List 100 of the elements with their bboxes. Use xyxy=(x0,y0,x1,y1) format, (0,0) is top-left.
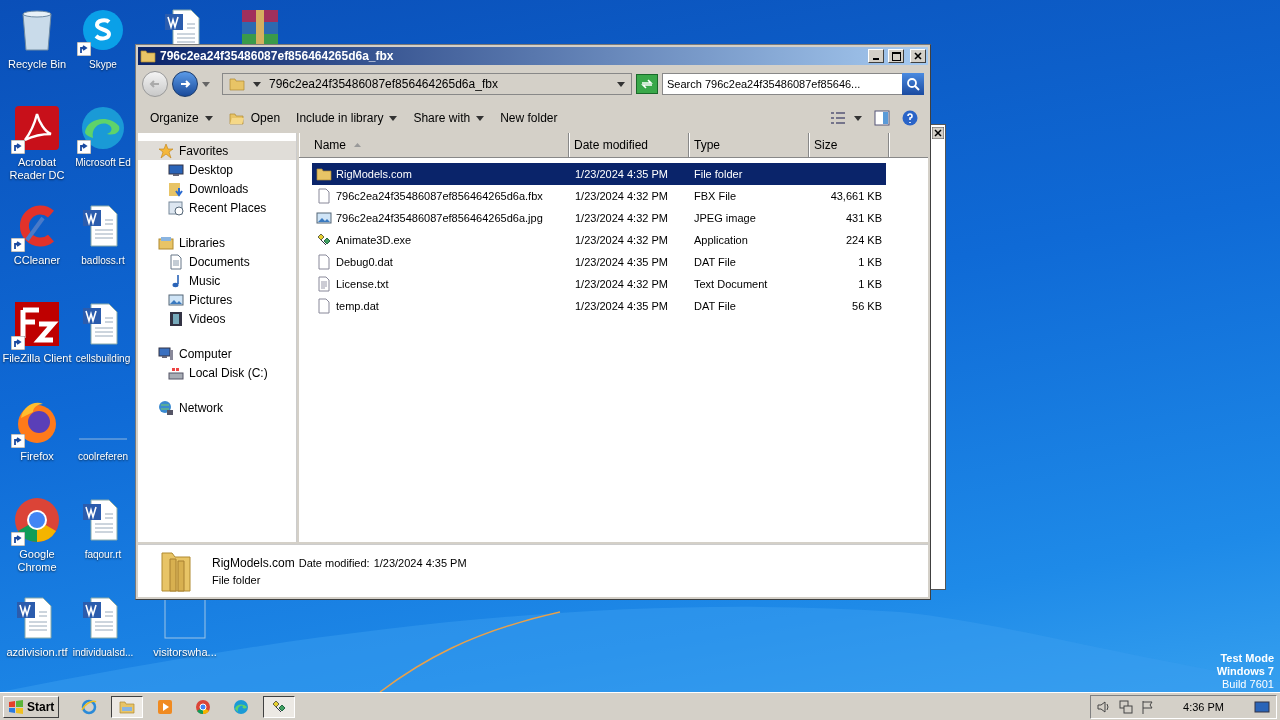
caret-icon xyxy=(202,81,210,87)
desktop-icon-label[interactable]: coolreferen xyxy=(78,450,128,463)
date-modified-value: 1/23/2024 4:35 PM xyxy=(373,557,467,569)
nav-item[interactable]: Music xyxy=(138,271,296,290)
date-cell: 1/23/2024 4:32 PM xyxy=(575,278,668,290)
os-notice-text: Build 7601 xyxy=(1222,678,1274,691)
file-icon xyxy=(316,188,332,204)
nav-item[interactable]: Desktop xyxy=(138,160,296,179)
nav-item[interactable]: Network xyxy=(138,398,296,417)
nav-item[interactable]: Documents xyxy=(138,252,296,271)
search-button[interactable] xyxy=(902,73,924,95)
file-row[interactable]: Debug0.dat 1/23/2024 4:35 PM DAT File 1 KB xyxy=(312,251,886,273)
minimize-button[interactable] xyxy=(868,49,884,63)
date-cell: 1/23/2024 4:35 PM xyxy=(575,300,668,312)
toolbar-button[interactable]: Open xyxy=(222,107,287,129)
folder-icon xyxy=(140,48,156,64)
toolbar-button[interactable]: Share with xyxy=(407,108,491,128)
nav-item[interactable]: Libraries xyxy=(138,233,296,252)
film-icon xyxy=(168,310,184,327)
nav-item[interactable]: Recent Places xyxy=(138,198,296,217)
caret-icon xyxy=(204,115,213,121)
folder-icon xyxy=(228,110,245,126)
desktop-icon-label[interactable]: faqour.rt xyxy=(84,548,122,561)
start-button[interactable]: Start xyxy=(3,695,60,718)
browser-icon xyxy=(81,698,98,715)
date-modified-label: Date modified: xyxy=(298,557,370,569)
desktop-icon-label[interactable]: Firefox xyxy=(20,450,54,463)
nav-item[interactable]: Computer xyxy=(138,344,296,363)
pdf-reader-icon xyxy=(13,104,61,152)
star-icon xyxy=(158,142,174,159)
date-cell: 1/23/2024 4:32 PM xyxy=(575,212,668,224)
desktop-icon-label[interactable]: visitorswha... xyxy=(153,646,217,659)
column-header[interactable]: Name xyxy=(299,133,569,157)
close-icon xyxy=(914,52,922,60)
monitor-icon xyxy=(168,161,184,178)
file-row[interactable]: 796c2ea24f35486087ef856464265d6a.fbx 1/23/2024 4:32 PM FBX File 43,661 KB xyxy=(312,185,886,207)
toolbar-button[interactable]: New folder xyxy=(494,108,564,128)
close-icon[interactable] xyxy=(932,127,944,139)
maximize-button[interactable] xyxy=(888,49,904,63)
close-button[interactable] xyxy=(910,49,926,63)
shortcut-arrow-icon xyxy=(11,238,25,252)
desktop-icon-label[interactable]: CCleaner xyxy=(13,254,61,267)
pictures-icon xyxy=(168,291,184,308)
desktop-icon-label[interactable]: cellsbuilding xyxy=(75,352,131,365)
clock[interactable]: 4:36 PM xyxy=(1183,700,1224,713)
folder-icon xyxy=(316,166,332,182)
nav-item[interactable]: Favorites xyxy=(138,141,296,160)
desktop-icon-label[interactable]: badloss.rt xyxy=(81,254,125,267)
nav-item[interactable]: Downloads xyxy=(138,179,296,198)
desktop-icon-label[interactable]: Microsoft Ed xyxy=(75,156,131,169)
file-row[interactable]: 796c2ea24f35486087ef856464265d6a.jpg 1/23/2024 4:32 PM JPEG image 431 KB xyxy=(312,207,886,229)
toolbar-button[interactable]: Organize xyxy=(144,108,219,128)
forward-arrow-icon xyxy=(179,78,191,90)
desktop-icon-label[interactable]: Skype xyxy=(89,58,117,71)
desktop-icon-label[interactable]: FileZilla Client xyxy=(2,352,72,365)
nav-item[interactable]: Local Disk (C:) xyxy=(138,363,296,382)
folder-download-icon xyxy=(168,180,184,197)
nav-item[interactable]: Pictures xyxy=(138,290,296,309)
nav-item[interactable]: Videos xyxy=(138,309,296,328)
desktop-icon-label[interactable]: azdivision.rtf xyxy=(6,646,68,659)
column-header[interactable]: Date modified xyxy=(569,133,689,157)
size-cell: 224 KB xyxy=(845,234,882,246)
caret-icon xyxy=(253,81,261,87)
taskbar-app-button[interactable] xyxy=(111,695,144,718)
column-header[interactable]: Size xyxy=(809,133,889,157)
column-header[interactable]: Type xyxy=(689,133,809,157)
help-icon xyxy=(902,110,918,126)
file-row[interactable]: License.txt 1/23/2024 4:32 PM Text Document 1 KB xyxy=(312,273,886,295)
file-row[interactable]: Animate3D.exe 1/23/2024 4:32 PM Application 224 KB xyxy=(312,229,886,251)
network-icon[interactable] xyxy=(1119,699,1134,714)
forward-button[interactable] xyxy=(172,71,198,97)
file-icon xyxy=(316,298,332,314)
desktop-icon-label[interactable]: Google Chrome xyxy=(0,548,74,574)
speaker-icon[interactable] xyxy=(1097,699,1112,714)
file-row[interactable]: temp.dat 1/23/2024 4:35 PM DAT File 56 KB xyxy=(312,295,886,317)
refresh-button[interactable] xyxy=(636,74,658,94)
text-file-icon xyxy=(316,276,332,292)
desktop-icon-label[interactable]: individualsd... xyxy=(72,646,134,659)
file-row[interactable]: RigModels.com 1/23/2024 4:35 PM File folder xyxy=(312,163,886,185)
image-file-icon xyxy=(316,210,332,226)
file-name: License.txt xyxy=(336,278,389,290)
library-icon xyxy=(158,234,174,251)
taskbar-app-button[interactable] xyxy=(263,695,296,718)
date-cell: 1/23/2024 4:35 PM xyxy=(575,256,668,268)
show-desktop-icon[interactable] xyxy=(1254,699,1270,714)
desktop-icon-label[interactable]: Recycle Bin xyxy=(7,58,67,71)
file-icon xyxy=(316,254,332,270)
address-bar[interactable]: 796c2ea24f35486087ef856464265d6a_fbx xyxy=(222,73,632,95)
back-arrow-icon xyxy=(149,78,161,90)
line-icon xyxy=(79,438,127,440)
file-name: Animate3D.exe xyxy=(336,234,412,246)
search-field[interactable]: Search 796c2ea24f35486087ef85646... xyxy=(662,73,902,95)
flag-icon[interactable] xyxy=(1141,699,1156,714)
browser-icon xyxy=(233,698,250,715)
desktop-icon-label[interactable]: Acrobat Reader DC xyxy=(0,156,74,182)
toolbar-button[interactable]: Include in library xyxy=(290,108,404,128)
file-name: temp.dat xyxy=(336,300,379,312)
type-cell: FBX File xyxy=(694,190,737,202)
selected-item-name: RigModels.com xyxy=(212,556,295,570)
size-cell: 1 KB xyxy=(858,256,882,268)
